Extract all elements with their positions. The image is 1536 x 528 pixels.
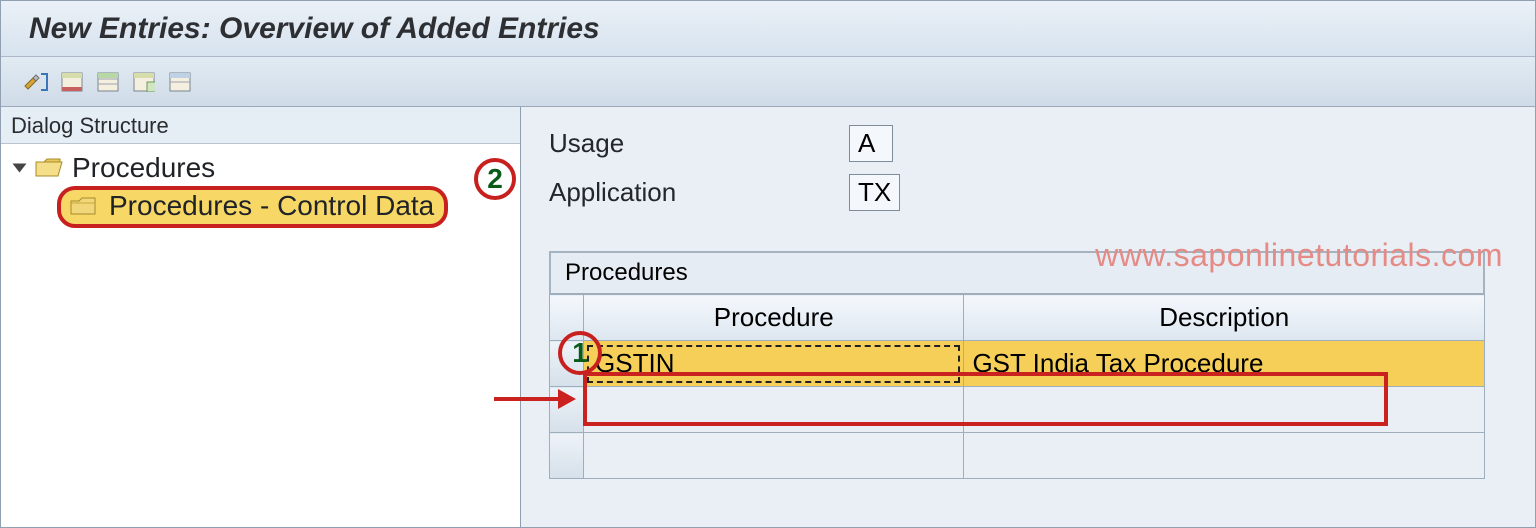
toggle-edit-button[interactable] (21, 68, 51, 96)
description-input[interactable]: GST India Tax Procedure (964, 346, 1484, 381)
select-all-button[interactable] (57, 68, 87, 96)
procedure-value: GSTIN (595, 348, 674, 379)
table-select-all-icon (61, 72, 83, 92)
sidebar-header: Dialog Structure (1, 107, 520, 144)
print-button[interactable] (165, 68, 195, 96)
caret-down-icon (13, 164, 27, 173)
application-value[interactable]: TX (849, 174, 900, 211)
tree-node-procedures[interactable]: Procedures (11, 150, 510, 186)
procedures-table-wrap: Procedures Procedure Description (549, 251, 1535, 479)
folder-open-icon (34, 156, 64, 180)
sap-window: New Entries: Overview of Added Entries (0, 0, 1536, 528)
selected-node-highlight: Procedures - Control Data (57, 186, 448, 228)
copy-button[interactable] (129, 68, 159, 96)
main-panel: Usage A Application TX www.saponlinetuto… (521, 107, 1535, 527)
table-header-row: Procedure Description (550, 295, 1485, 341)
toolbar (1, 57, 1535, 107)
usage-field-row: Usage A (549, 125, 1535, 162)
procedures-table: Procedure Description GSTIN (549, 294, 1485, 479)
watermark-text: www.saponlinetutorials.com (1095, 237, 1503, 274)
procedure-input[interactable]: GSTIN (587, 345, 960, 383)
cell-procedure[interactable]: GSTIN (584, 341, 964, 387)
application-field-row: Application TX (549, 174, 1535, 211)
usage-value[interactable]: A (849, 125, 893, 162)
annotation-badge-1: 1 (558, 331, 602, 375)
application-label: Application (549, 177, 849, 208)
column-header-description[interactable]: Description (964, 295, 1485, 341)
cell-description[interactable] (964, 433, 1485, 479)
row-selector-cell[interactable] (550, 433, 584, 479)
table-print-icon (169, 72, 191, 92)
cell-description[interactable]: GST India Tax Procedure (964, 341, 1485, 387)
tree-node-label: Procedures (72, 152, 215, 184)
usage-label: Usage (549, 128, 849, 159)
title-bar: New Entries: Overview of Added Entries (1, 1, 1535, 57)
annotation-badge-2: 2 (474, 158, 516, 200)
pencil-toggle-icon (23, 72, 49, 92)
cell-description[interactable] (964, 387, 1485, 433)
tree: Procedures Procedures - Control Data (1, 144, 520, 527)
description-value: GST India Tax Procedure (972, 348, 1263, 378)
folder-closed-icon (69, 194, 99, 218)
table-row[interactable] (550, 433, 1485, 479)
row-selector-cell[interactable] (550, 387, 584, 433)
table-copy-icon (133, 72, 155, 92)
table-row[interactable]: GSTIN GST India Tax Procedure (550, 341, 1485, 387)
cell-procedure[interactable] (584, 433, 964, 479)
deselect-all-button[interactable] (93, 68, 123, 96)
content-area: Dialog Structure Procedures (1, 107, 1535, 527)
column-header-procedure[interactable]: Procedure (584, 295, 964, 341)
table-deselect-icon (97, 72, 119, 92)
table-row[interactable] (550, 387, 1485, 433)
tree-node-label: Procedures - Control Data (109, 190, 434, 222)
dialog-structure-sidebar: Dialog Structure Procedures (1, 107, 521, 527)
tree-node-control-data[interactable]: Procedures - Control Data (57, 186, 510, 228)
page-title: New Entries: Overview of Added Entries (29, 12, 600, 46)
cell-procedure[interactable] (584, 387, 964, 433)
